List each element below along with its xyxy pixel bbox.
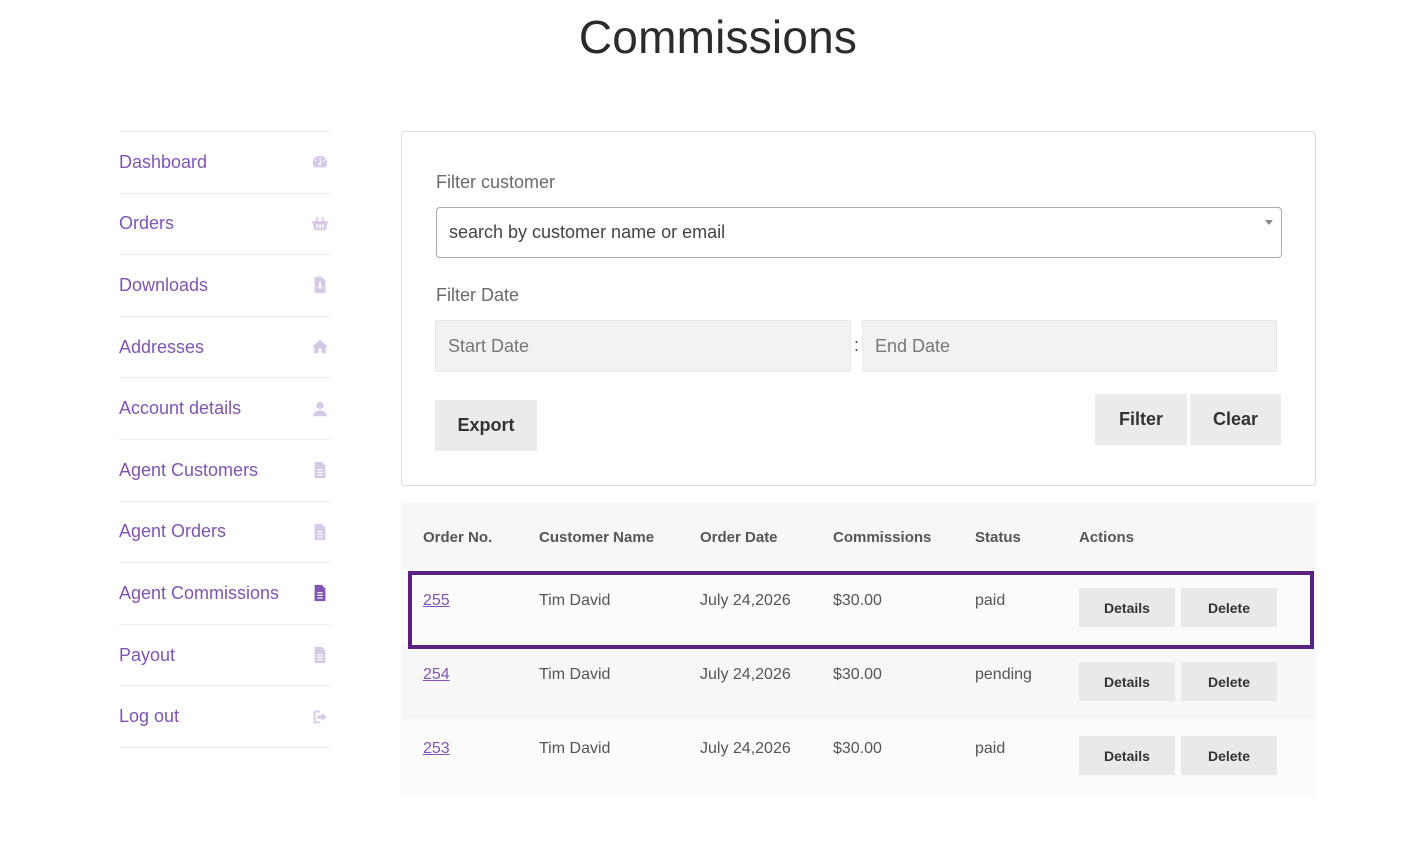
page-title: Commissions <box>578 11 858 63</box>
status-cell: pending <box>975 666 1032 683</box>
column-header-status: Status <box>975 529 1021 546</box>
sidebar-item-agent-commissions[interactable]: Agent Commissions <box>119 563 330 625</box>
sidebar-item-agent-customers[interactable]: Agent Customers <box>119 440 330 502</box>
filter-panel: Filter customer search by customer name … <box>401 131 1316 486</box>
dashboard-icon <box>310 152 330 172</box>
sidebar-item-log-out[interactable]: Log out <box>119 686 330 748</box>
filter-button[interactable]: Filter <box>1095 394 1187 445</box>
user-icon <box>310 399 330 419</box>
sidebar-item-payout[interactable]: Payout <box>119 625 330 687</box>
document-icon <box>310 583 330 603</box>
customer-name-cell: Tim David <box>539 666 611 683</box>
file-download-icon <box>310 275 330 295</box>
order-link[interactable]: 255 <box>423 592 450 609</box>
order-date-cell: July 24,2026 <box>700 740 791 757</box>
sidebar-item-orders[interactable]: Orders <box>119 194 330 256</box>
sidebar-item-account-details[interactable]: Account details <box>119 378 330 440</box>
home-icon <box>310 337 330 357</box>
sidebar-item-agent-orders[interactable]: Agent Orders <box>119 502 330 564</box>
sidebar-item-label: Payout <box>119 644 176 665</box>
status-cell: paid <box>975 592 1006 609</box>
table-header: Order No. Customer Name Order Date Commi… <box>401 503 1316 569</box>
document-icon <box>310 522 330 542</box>
order-date-cell: July 24,2026 <box>700 592 791 609</box>
filter-date-label: Filter Date <box>436 285 520 305</box>
commission-cell: $30.00 <box>833 666 882 683</box>
order-number-cell: 255 <box>423 592 450 610</box>
chevron-down-icon <box>1265 220 1273 225</box>
document-icon <box>310 645 330 665</box>
delete-button[interactable]: Delete <box>1181 736 1277 775</box>
table-row: 254 Tim David July 24,2026 $30.00 pendin… <box>401 645 1316 719</box>
sidebar-item-label: Addresses <box>119 336 205 357</box>
sidebar-item-addresses[interactable]: Addresses <box>119 317 330 379</box>
end-date-input[interactable]: End Date <box>862 320 1277 372</box>
details-button[interactable]: Details <box>1079 662 1175 701</box>
details-button[interactable]: Details <box>1079 736 1175 775</box>
filter-customer-label: Filter customer <box>436 172 556 192</box>
sidebar-item-dashboard[interactable]: Dashboard <box>119 132 330 194</box>
sidebar-item-label: Dashboard <box>119 151 208 172</box>
customer-name-cell: Tim David <box>539 592 611 609</box>
table-row: 255 Tim David July 24,2026 $30.00 paid D… <box>401 571 1316 645</box>
customer-search-select[interactable]: search by customer name or email <box>436 207 1282 258</box>
sidebar-item-label: Orders <box>119 213 175 234</box>
sidebar-item-label: Agent Customers <box>119 459 259 480</box>
date-separator: : <box>854 335 860 355</box>
delete-button[interactable]: Delete <box>1181 662 1277 701</box>
table-row: 253 Tim David July 24,2026 $30.00 paid D… <box>401 719 1316 793</box>
sidebar-item-label: Agent Commissions <box>119 582 280 603</box>
end-date-placeholder: End Date <box>875 335 951 356</box>
logout-icon <box>310 707 330 727</box>
order-date-cell: July 24,2026 <box>700 666 791 683</box>
column-header-order-date: Order Date <box>700 529 778 546</box>
document-icon <box>310 460 330 480</box>
customer-name-cell: Tim David <box>539 740 611 757</box>
start-date-input[interactable]: Start Date <box>435 320 851 372</box>
commissions-table: Order No. Customer Name Order Date Commi… <box>401 503 1316 796</box>
sidebar-item-label: Downloads <box>119 274 209 295</box>
export-button[interactable]: Export <box>435 400 537 451</box>
order-number-cell: 253 <box>423 740 450 758</box>
commission-cell: $30.00 <box>833 592 882 609</box>
account-navigation: Dashboard Orders Downloads Addresses Acc… <box>119 131 330 748</box>
order-link[interactable]: 253 <box>423 740 450 757</box>
order-link[interactable]: 254 <box>423 666 450 683</box>
column-header-commissions: Commissions <box>833 529 932 546</box>
customer-search-placeholder: search by customer name or email <box>449 222 726 242</box>
status-cell: paid <box>975 740 1006 757</box>
column-header-order-no: Order No. <box>423 529 493 546</box>
commission-cell: $30.00 <box>833 740 882 757</box>
details-button[interactable]: Details <box>1079 588 1175 627</box>
column-header-customer-name: Customer Name <box>539 529 655 546</box>
delete-button[interactable]: Delete <box>1181 588 1277 627</box>
sidebar-item-label: Agent Orders <box>119 521 227 542</box>
sidebar-item-downloads[interactable]: Downloads <box>119 255 330 317</box>
start-date-placeholder: Start Date <box>448 335 530 356</box>
clear-button[interactable]: Clear <box>1190 394 1281 445</box>
order-number-cell: 254 <box>423 666 450 684</box>
sidebar-item-label: Log out <box>119 706 180 727</box>
column-header-actions: Actions <box>1079 529 1135 546</box>
basket-icon <box>310 214 330 234</box>
sidebar-item-label: Account details <box>119 398 242 419</box>
